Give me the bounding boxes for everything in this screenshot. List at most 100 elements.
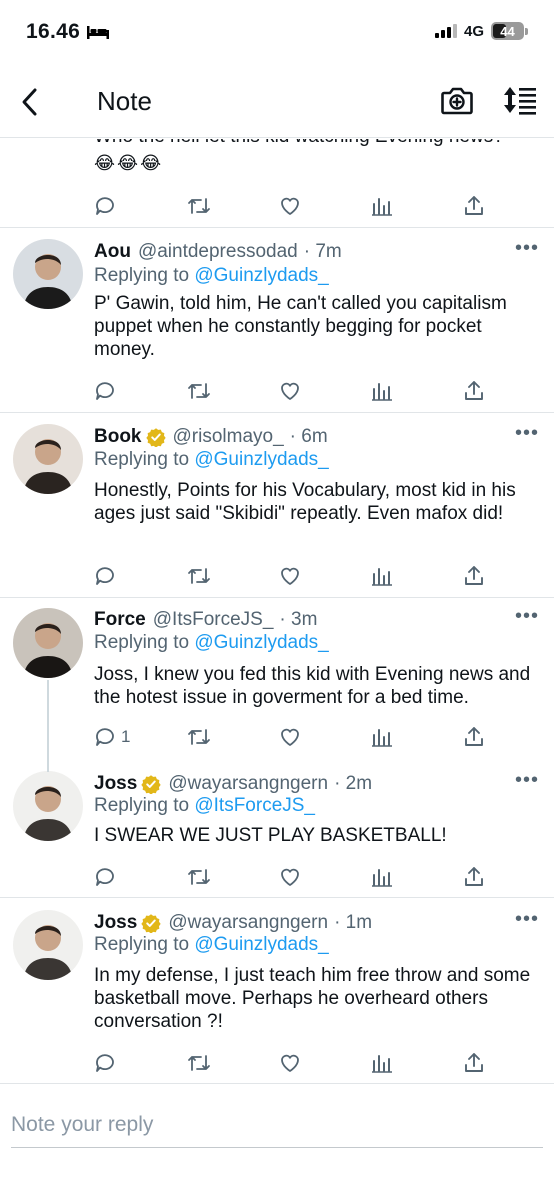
reply-box [0,1084,554,1199]
more-icon[interactable]: ••• [515,769,539,792]
share-button[interactable] [462,722,486,752]
back-chevron-icon [22,88,37,116]
like-button[interactable] [278,561,302,591]
share-button[interactable] [462,1048,486,1078]
author-name[interactable]: Joss [94,912,137,934]
avatar[interactable] [13,608,83,678]
tweet[interactable]: Force @ItsForceJS_ · 3m ••• Replying to … [0,598,554,760]
replying-to-label: Replying to [94,265,195,286]
more-icon[interactable]: ••• [515,605,539,628]
replying-to-mention[interactable]: @Guinzlydads_ [194,632,328,653]
like-button[interactable] [278,862,302,892]
share-button[interactable] [462,191,486,221]
tweet-time: · 6m [289,426,328,447]
views-button[interactable] [370,862,394,892]
tweet[interactable]: Book @risolmayo_ · 6m ••• Replying to @G… [0,413,554,598]
author-name[interactable]: Force [94,609,146,631]
partial-tweet[interactable]: Who the hell let this kid watching Eveni… [0,139,554,228]
share-button[interactable] [462,561,486,591]
reply-button[interactable] [94,376,121,406]
tweet-emojis: 😂😂😂 [94,153,164,173]
author-name[interactable]: Joss [94,773,137,795]
reply-icon [96,382,114,400]
share-icon [465,1053,483,1072]
network-type: 4G [463,22,484,40]
tweet-time: · 2m [334,773,373,794]
retweet-button[interactable] [186,191,212,221]
replying-to-mention[interactable]: @ItsForceJS_ [194,795,315,816]
retweet-button[interactable] [186,862,212,892]
tweet-text: In my defense, I just teach him free thr… [94,965,531,1032]
views-button[interactable] [370,561,394,591]
tweet[interactable]: Joss @wayarsangngern · 2m ••• Replying t… [0,760,554,898]
views-button[interactable] [370,191,394,221]
status-bar: 16.46 4G 44 [0,0,554,66]
retweet-icon [188,568,210,584]
back-button[interactable] [12,82,48,122]
views-button[interactable] [370,376,394,406]
share-icon [465,196,483,215]
author-name[interactable]: Aou [94,241,131,263]
tweet-text: Joss, I knew you fed this kid with Eveni… [94,664,531,708]
views-button[interactable] [370,722,394,752]
avatar[interactable] [13,910,83,980]
author-name[interactable]: Book [94,426,142,448]
verified-badge-icon [141,774,161,794]
reply-button[interactable] [94,1048,121,1078]
share-icon [465,566,483,585]
reply-button[interactable] [94,862,121,892]
sort-icon [504,87,536,115]
retweet-button[interactable] [186,376,212,406]
tweet[interactable]: Aou @aintdepressodad · 7m ••• Replying t… [0,228,554,413]
more-icon[interactable]: ••• [515,237,539,260]
tweet-actions [0,191,554,221]
tweet[interactable]: Joss @wayarsangngern · 1m ••• Replying t… [0,898,554,1084]
page-title: Note [97,86,152,116]
share-icon [465,381,483,400]
replying-to-label: Replying to [94,795,195,816]
retweet-icon [188,869,210,885]
tweet-actions [0,862,554,892]
avatar[interactable] [13,771,83,841]
reply-button[interactable] [94,561,121,591]
avatar[interactable] [13,424,83,494]
reply-button[interactable]: 1 [94,722,130,752]
reply-input[interactable] [11,1102,543,1148]
camera-button[interactable] [440,83,474,122]
retweet-icon [188,1055,210,1071]
reply-icon [96,728,114,746]
retweet-icon [188,383,210,399]
author-handle: @wayarsangngern [168,912,329,933]
like-button[interactable] [278,191,302,221]
more-icon[interactable]: ••• [515,422,539,445]
retweet-button[interactable] [186,561,212,591]
replying-to-mention[interactable]: @Guinzlydads_ [194,934,328,955]
avatar[interactable] [13,239,83,309]
tweet-time: · 1m [334,912,373,933]
views-button[interactable] [370,1048,394,1078]
replying-to-mention[interactable]: @Guinzlydads_ [194,449,328,470]
like-button[interactable] [278,1048,302,1078]
share-button[interactable] [462,376,486,406]
retweet-button[interactable] [186,722,212,752]
views-icon [372,383,392,401]
more-icon[interactable]: ••• [515,908,539,931]
views-icon [372,869,392,887]
like-button[interactable] [278,722,302,752]
replying-to-mention[interactable]: @Guinzlydads_ [194,265,328,286]
battery-icon: 44 [491,22,524,40]
views-icon [372,729,392,747]
tweet-actions: 1 [0,722,554,752]
like-button[interactable] [278,376,302,406]
reply-icon [96,1054,114,1072]
sort-button[interactable] [502,84,538,121]
like-icon [281,197,299,215]
author-handle: @risolmayo_ [172,426,284,447]
reply-icon [96,567,114,585]
retweet-button[interactable] [186,1048,212,1078]
reply-button[interactable] [94,191,121,221]
views-icon [372,568,392,586]
reply-count: 1 [121,727,131,746]
share-button[interactable] [462,862,486,892]
status-time: 16.46 [26,20,81,43]
